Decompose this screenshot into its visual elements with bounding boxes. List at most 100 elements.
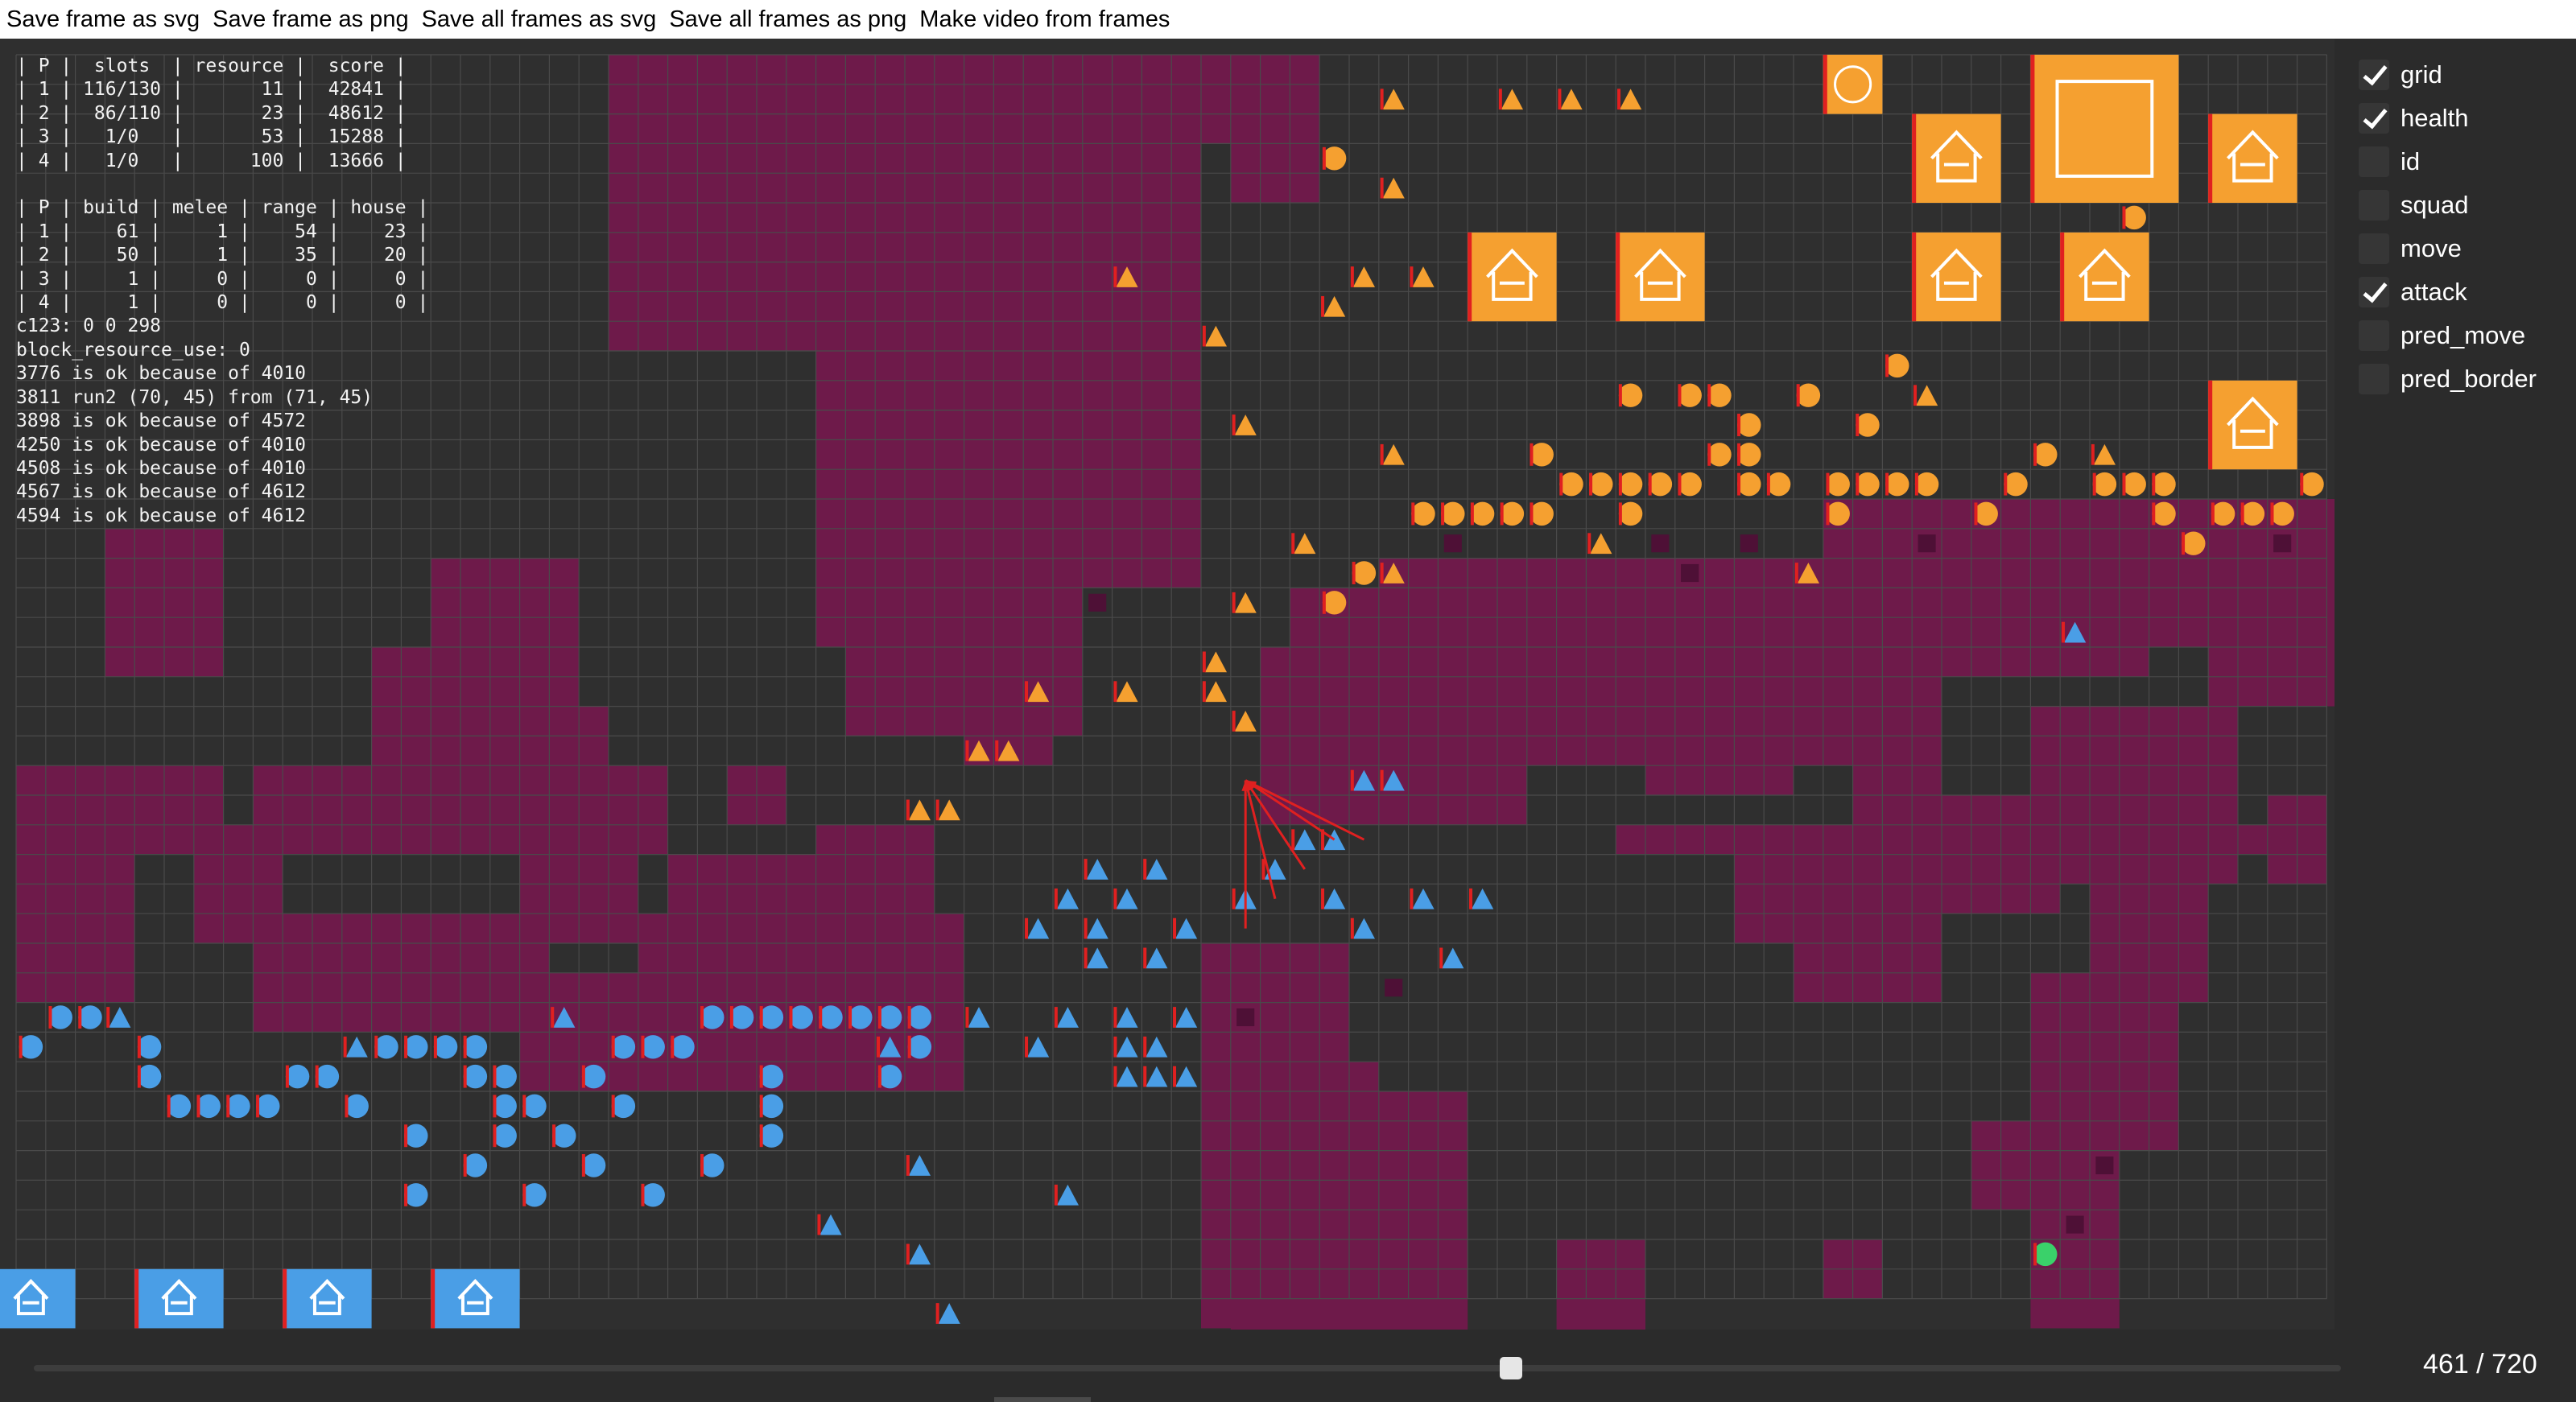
overlay-line: | 4 | 1 | 0 | 0 | 0 | — [16, 292, 429, 314]
health-bar — [493, 1065, 497, 1088]
player2-worker — [789, 1005, 813, 1029]
player2-ranged-unit — [1352, 917, 1376, 939]
player1-house — [1616, 232, 1705, 322]
health-bar — [759, 1065, 763, 1088]
health-bar — [1468, 232, 1472, 322]
player2-worker — [581, 1064, 606, 1089]
health-bar — [1322, 591, 1326, 614]
health-bar — [1291, 829, 1295, 851]
health-bar — [433, 1035, 437, 1058]
checkbox-move[interactable]: move — [2359, 229, 2462, 269]
menu-button-make-video-from-frames[interactable]: Make video from frames — [913, 6, 1176, 33]
player1-ranged-unit — [1204, 681, 1228, 703]
overlay-line: 4250 is ok because of 4010 — [16, 434, 307, 456]
checkbox-attack[interactable]: attack — [2359, 272, 2467, 312]
resource-node — [1740, 534, 1758, 553]
player1-worker — [1826, 472, 1850, 497]
health-bar — [1350, 266, 1354, 287]
player2-worker — [463, 1064, 488, 1089]
player1-worker — [1707, 443, 1732, 467]
checkmark-icon[interactable] — [2359, 103, 2389, 134]
menu-button-save-frame-as-png[interactable]: Save frame as png — [206, 6, 415, 33]
health-bar — [877, 1065, 881, 1088]
overlay-line — [16, 173, 428, 196]
player1-house — [2060, 232, 2149, 322]
health-bar — [1232, 888, 1236, 909]
checkbox-pred-border[interactable]: pred_border — [2359, 359, 2537, 399]
checkbox-box[interactable] — [2359, 146, 2389, 177]
health-bar — [1411, 502, 1415, 526]
player1-worker — [2033, 443, 2058, 467]
health-bar — [1380, 769, 1384, 791]
game-stage[interactable]: | P | slots | resource | score | | 1 | 11… — [0, 39, 2334, 1330]
health-bar — [729, 1006, 733, 1029]
health-bar — [404, 1035, 408, 1058]
player2-worker — [345, 1094, 369, 1119]
player2-house — [0, 1268, 76, 1329]
health-bar — [1025, 917, 1029, 939]
health-bar — [700, 1154, 704, 1177]
checkbox-label: health — [2401, 104, 2469, 132]
health-bar — [700, 1006, 704, 1029]
player1-ranged-unit — [2093, 443, 2116, 465]
player2-ranged-unit — [908, 1243, 931, 1265]
health-bar — [1587, 533, 1591, 555]
health-bar — [671, 1035, 675, 1058]
checkbox-health[interactable]: health — [2359, 98, 2468, 138]
checkmark-icon[interactable] — [2359, 277, 2389, 307]
checkmark-icon[interactable] — [2359, 60, 2389, 90]
health-bar — [343, 1036, 347, 1058]
health-bar — [1143, 1036, 1147, 1058]
health-bar — [789, 1006, 793, 1029]
overlay-line: 3898 is ok because of 4572 — [16, 410, 307, 432]
frame-slider-track[interactable] — [34, 1365, 2341, 1371]
overlay-line: c123: 0 0 298 — [16, 315, 162, 337]
health-bar — [1113, 1007, 1117, 1028]
player2-ranged-unit — [1471, 888, 1494, 909]
player1-worker — [1766, 472, 1791, 497]
checkbox-grid[interactable]: grid — [2359, 55, 2442, 95]
overlay-line: block_resource_use: 0 — [16, 339, 250, 361]
menu-button-save-all-frames-as-svg[interactable]: Save all frames as svg — [415, 6, 663, 33]
checkbox-id[interactable]: id — [2359, 142, 2420, 182]
player2-worker — [493, 1124, 517, 1148]
checkbox-pred-move[interactable]: pred_move — [2359, 315, 2525, 356]
health-bar — [1173, 1007, 1177, 1028]
health-bar — [1143, 1066, 1147, 1087]
checkbox-box[interactable] — [2359, 233, 2389, 264]
resource-region — [1556, 1239, 1645, 1330]
player2-worker — [759, 1005, 784, 1029]
health-bar — [1885, 472, 1889, 496]
player2-worker — [907, 1005, 932, 1029]
health-bar — [819, 1006, 823, 1029]
player2-house — [431, 1268, 520, 1329]
health-bar — [2122, 472, 2126, 496]
health-bar — [1498, 89, 1502, 110]
health-bar — [611, 1035, 615, 1058]
player2-worker — [759, 1124, 784, 1148]
player2-worker — [522, 1094, 547, 1119]
player1-worker — [1648, 472, 1673, 497]
player2-ranged-unit — [345, 1036, 368, 1058]
health-bar — [78, 1006, 82, 1029]
health-bar — [581, 1154, 585, 1177]
health-bar — [1616, 232, 1620, 322]
options-sidebar: grid health id squad move attack pred_move pred… — [2334, 39, 2576, 1330]
checkbox-box[interactable] — [2359, 364, 2389, 394]
checkbox-box[interactable] — [2359, 190, 2389, 221]
frame-slider-handle[interactable] — [1500, 1357, 1523, 1379]
player2-ranged-unit — [109, 1007, 131, 1028]
health-bar — [848, 1006, 852, 1029]
checkbox-squad[interactable]: squad — [2359, 185, 2468, 225]
player2-worker — [167, 1094, 192, 1119]
menu-button-save-frame-as-svg[interactable]: Save frame as svg — [0, 6, 206, 33]
health-bar — [906, 799, 910, 821]
player1-worker — [2122, 472, 2146, 497]
checkbox-box[interactable] — [2359, 320, 2389, 351]
health-bar — [1707, 443, 1711, 466]
health-bar — [2062, 621, 2066, 643]
player2-ranged-unit — [1442, 947, 1464, 969]
menu-button-save-all-frames-as-png[interactable]: Save all frames as png — [663, 6, 913, 33]
player2-house — [283, 1268, 372, 1329]
health-bar — [2091, 443, 2095, 465]
